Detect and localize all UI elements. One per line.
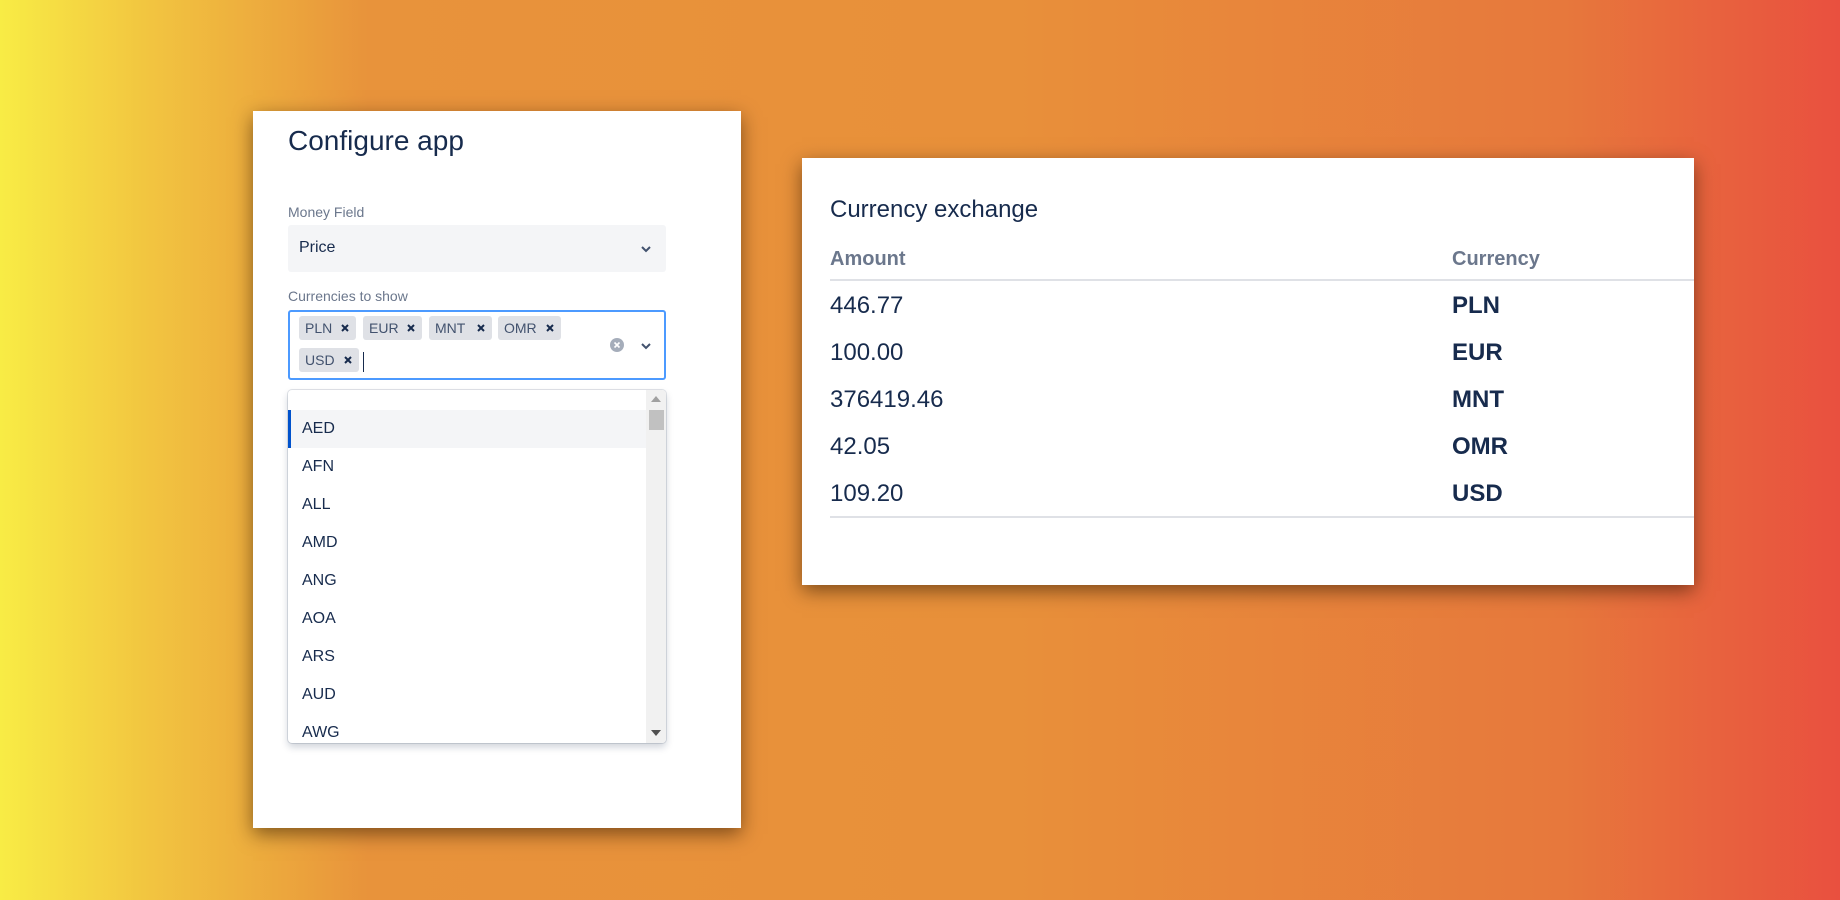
tag-usd: USD [299, 348, 359, 372]
currency-cell: OMR [1452, 433, 1508, 460]
tag-label: USD [305, 352, 335, 368]
close-icon[interactable] [339, 322, 351, 334]
header-divider [830, 279, 1694, 281]
amount-cell: 446.77 [830, 292, 904, 319]
currency-cell: MNT [1452, 386, 1504, 413]
currency-cell: USD [1452, 480, 1503, 507]
tag-label: MNT [435, 320, 466, 336]
option-amd[interactable]: AMD [288, 524, 646, 562]
close-icon[interactable] [342, 354, 354, 366]
money-field-value: Price [299, 239, 336, 256]
close-icon[interactable] [475, 322, 487, 334]
scrollbar-thumb[interactable] [649, 410, 664, 430]
option-awg[interactable]: AWG [288, 714, 646, 743]
chevron-down-icon[interactable] [639, 339, 653, 353]
chevron-down-icon [641, 246, 651, 253]
currency-cell: PLN [1452, 292, 1500, 319]
tag-label: PLN [305, 320, 333, 336]
section-title: Currency exchange [830, 196, 1039, 223]
amount-cell: 42.05 [830, 433, 891, 460]
currency-exchange-panel: Currency exchange Amount Currency 446.77… [802, 158, 1694, 585]
money-field-select[interactable]: Price [288, 225, 666, 272]
option-aed[interactable]: AED [288, 410, 646, 448]
option-ang[interactable]: ANG [288, 562, 646, 600]
configure-app-panel: Configure app Money Field Price Currenci… [253, 111, 741, 828]
column-header-amount: Amount [830, 248, 906, 270]
currencies-multiselect[interactable]: PLN EUR MNT OMR USD [288, 310, 666, 380]
text-cursor [363, 352, 364, 372]
option-ars[interactable]: ARS [288, 638, 646, 676]
tag-eur: EUR [363, 316, 422, 340]
money-field-label: Money Field [288, 204, 365, 220]
amount-cell: 376419.46 [830, 386, 944, 413]
column-header-currency: Currency [1452, 248, 1540, 270]
currency-options-menu: AED AFN ALL AMD ANG AOA ARS AUD AWG [288, 390, 666, 743]
close-icon[interactable] [405, 322, 417, 334]
tag-label: EUR [369, 320, 399, 336]
dropdown-scrollbar[interactable] [646, 390, 666, 743]
option-aud[interactable]: AUD [288, 676, 646, 714]
amount-cell: 100.00 [830, 339, 904, 366]
clear-icon[interactable] [609, 337, 625, 353]
currencies-label: Currencies to show [288, 288, 408, 304]
tag-pln: PLN [299, 316, 356, 340]
close-icon[interactable] [544, 322, 556, 334]
table-bottom-divider [830, 516, 1694, 518]
option-afn[interactable]: AFN [288, 448, 646, 486]
currency-cell: EUR [1452, 339, 1503, 366]
tag-omr: OMR [498, 316, 561, 340]
tag-label: OMR [504, 320, 537, 336]
scroll-up-arrow[interactable] [651, 396, 661, 402]
option-all[interactable]: ALL [288, 486, 646, 524]
scroll-down-arrow[interactable] [651, 730, 661, 736]
page-title: Configure app [288, 125, 464, 156]
option-aoa[interactable]: AOA [288, 600, 646, 638]
tag-mnt: MNT [429, 316, 492, 340]
amount-cell: 109.20 [830, 480, 904, 507]
